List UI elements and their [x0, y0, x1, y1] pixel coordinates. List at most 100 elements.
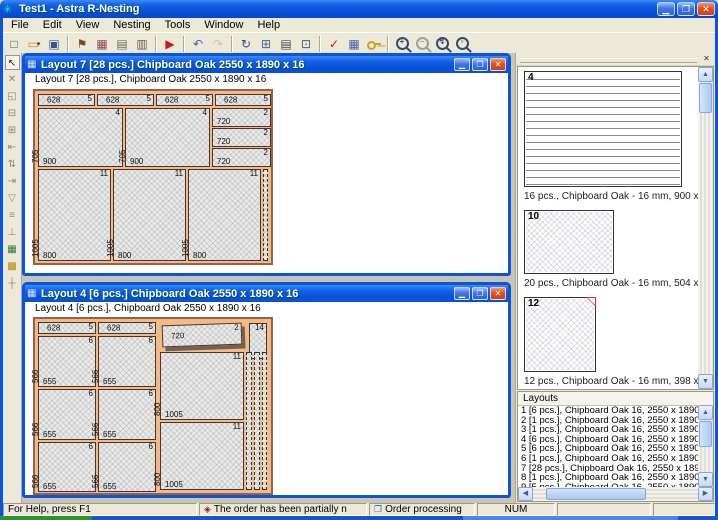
- menu-edit[interactable]: Edit: [36, 18, 69, 32]
- taskbar-button-edge[interactable]: [463, 516, 678, 520]
- layouts-hscrollbar[interactable]: ◀ ▶: [518, 487, 713, 501]
- zoom-window-button[interactable]: ▫: [452, 35, 472, 53]
- sheet-part[interactable]: 4900705: [125, 108, 210, 167]
- sheet-part[interactable]: 6655566: [38, 336, 96, 387]
- sheet-part[interactable]: 6655566: [98, 389, 156, 440]
- compact-tool[interactable]: ≡: [5, 208, 20, 223]
- scrollbar-thumb[interactable]: [546, 488, 646, 500]
- swap-parts-tool[interactable]: ⇅: [5, 157, 20, 172]
- zoom-in-button[interactable]: +: [392, 35, 412, 53]
- run-nesting-button[interactable]: ▶: [160, 35, 180, 53]
- scroll-down-icon[interactable]: ▼: [698, 374, 713, 389]
- sheet-part[interactable]: 5628: [215, 94, 271, 106]
- restore-button[interactable]: ❐: [677, 2, 695, 16]
- nesting-sheet[interactable]: 5628562856285628490070549007052720272027…: [33, 89, 273, 265]
- sheet-part[interactable]: [246, 352, 252, 490]
- menu-help[interactable]: Help: [250, 18, 287, 32]
- window-layout-button[interactable]: ⊞: [256, 35, 276, 53]
- part-properties-button[interactable]: ⚑: [72, 35, 92, 53]
- mdi-window-layout-7[interactable]: ▦ Layout 7 [28 pcs.] Chipboard Oak 2550 …: [22, 53, 511, 276]
- split-horizontal-tool[interactable]: ⊟: [5, 106, 20, 121]
- panel-close-icon[interactable]: ✕: [701, 54, 712, 64]
- mdi-title-bar[interactable]: ▦ Layout 7 [28 pcs.] Chipboard Oak 2550 …: [25, 56, 508, 73]
- scroll-right-icon[interactable]: ▶: [698, 487, 713, 501]
- sheet-part[interactable]: 118001005: [38, 169, 111, 261]
- sheet-part[interactable]: 6655566: [98, 336, 156, 387]
- duplicate-part-tool[interactable]: ▦: [5, 242, 20, 257]
- save-button[interactable]: ▣: [44, 35, 64, 53]
- sheet-part[interactable]: 5628: [38, 322, 96, 334]
- select-tool[interactable]: ↖: [5, 55, 20, 70]
- start-button-edge[interactable]: [0, 516, 92, 520]
- sheet-part[interactable]: [254, 352, 260, 490]
- mdi-close-button[interactable]: ✕: [490, 58, 506, 71]
- scroll-left-icon[interactable]: ◀: [518, 487, 533, 501]
- sheet-part[interactable]: 5628: [38, 94, 95, 106]
- part-thumbnail[interactable]: 12: [524, 297, 596, 372]
- order-book-button[interactable]: ▥: [132, 35, 152, 53]
- anchor-tool[interactable]: ⊥: [5, 225, 20, 240]
- open-button[interactable]: ▭▾: [24, 35, 44, 53]
- split-vertical-tool[interactable]: ⊞: [5, 123, 20, 138]
- layouts-vscrollbar[interactable]: ▲ ▼: [698, 405, 713, 487]
- mdi-restore-button[interactable]: ❐: [472, 58, 488, 71]
- part-thumbnail[interactable]: 10: [524, 210, 614, 274]
- delete-part-tool[interactable]: ✕: [5, 72, 20, 87]
- sheet-part[interactable]: 4900705: [38, 108, 123, 167]
- materials-button[interactable]: ▤: [112, 35, 132, 53]
- sheet-part[interactable]: 2720: [212, 108, 271, 127]
- mdi-minimize-button[interactable]: ▁: [454, 287, 470, 300]
- sheet-part[interactable]: 5628: [156, 94, 213, 106]
- mdi-close-button[interactable]: ✕: [490, 287, 506, 300]
- sheet-part[interactable]: 6655566: [98, 442, 156, 492]
- rotate-part-tool[interactable]: ◱: [5, 89, 20, 104]
- sheet-part[interactable]: 118001005: [188, 169, 261, 261]
- menu-window[interactable]: Window: [197, 18, 250, 32]
- new-button[interactable]: □: [4, 35, 24, 53]
- minimize-button[interactable]: ▁: [657, 2, 675, 16]
- mdi-title-bar[interactable]: ▦ Layout 4 [6 pcs.] Chipboard Oak 2550 x…: [25, 285, 508, 302]
- drop-part-tool[interactable]: ▽: [5, 191, 20, 206]
- send-to-order-button[interactable]: ↻: [236, 35, 256, 53]
- measure-tool[interactable]: ┼: [5, 276, 20, 291]
- nesting-sheet[interactable]: 5628562866555666655566665556666555666655…: [33, 317, 273, 495]
- undo-button[interactable]: ↶: [188, 35, 208, 53]
- align-left-tool[interactable]: ⇤: [5, 140, 20, 155]
- edit-part-tool[interactable]: ▩: [5, 259, 20, 274]
- sheet-part[interactable]: 111005800: [160, 422, 244, 490]
- menu-view[interactable]: View: [69, 18, 107, 32]
- verify-order-button[interactable]: ✓: [324, 35, 344, 53]
- sheet-part[interactable]: [262, 352, 267, 490]
- print-preview-button[interactable]: ⊡: [296, 35, 316, 53]
- scrollbar-thumb[interactable]: [699, 83, 712, 113]
- mdi-restore-button[interactable]: ❐: [472, 287, 488, 300]
- scroll-up-icon[interactable]: ▲: [698, 405, 713, 420]
- parts-list-button[interactable]: ▦: [92, 35, 112, 53]
- menu-tools[interactable]: Tools: [158, 18, 198, 32]
- sheet-part[interactable]: 2720: [162, 323, 243, 348]
- part-thumbnail[interactable]: 4: [524, 71, 682, 187]
- sheet-part[interactable]: 6655566: [38, 389, 96, 440]
- sheet-part[interactable]: 5628: [98, 322, 156, 334]
- scroll-up-icon[interactable]: ▲: [698, 67, 713, 82]
- sheet-part[interactable]: 2720: [212, 148, 271, 167]
- license-key-button[interactable]: [364, 35, 384, 53]
- panel-header[interactable]: ✕: [516, 53, 715, 66]
- saw-settings-button[interactable]: ▦: [344, 35, 364, 53]
- sheet-part[interactable]: [263, 169, 268, 261]
- zoom-dynamic-button[interactable]: ↯: [432, 35, 452, 53]
- menu-nesting[interactable]: Nesting: [106, 18, 157, 32]
- sheet-part[interactable]: 6655566: [38, 442, 96, 492]
- print-button[interactable]: ▤: [276, 35, 296, 53]
- sheet-part[interactable]: 2720: [212, 128, 271, 147]
- align-right-tool[interactable]: ⇥: [5, 174, 20, 189]
- scroll-down-icon[interactable]: ▼: [698, 472, 713, 487]
- parts-scrollbar[interactable]: ▲ ▼: [698, 67, 713, 389]
- sheet-part[interactable]: 118001005: [113, 169, 186, 261]
- panel-gripper[interactable]: [520, 58, 697, 63]
- sheet-part[interactable]: 5628: [97, 94, 154, 106]
- mdi-minimize-button[interactable]: ▁: [454, 58, 470, 71]
- close-button[interactable]: ✕: [697, 2, 715, 16]
- menu-file[interactable]: File: [4, 18, 36, 32]
- scrollbar-thumb[interactable]: [699, 421, 712, 447]
